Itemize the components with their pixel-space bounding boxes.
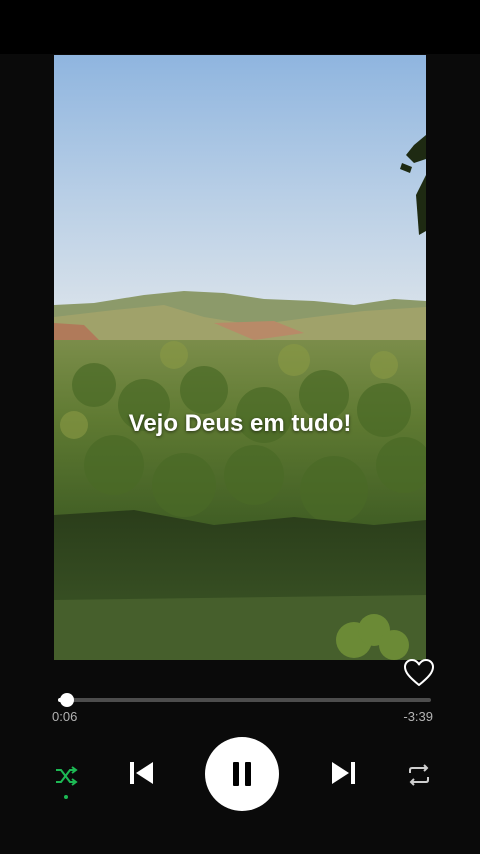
remaining-time: -3:39 bbox=[403, 709, 433, 724]
video-caption: Vejo Deus em tudo! bbox=[128, 410, 352, 437]
playback-controls bbox=[0, 735, 480, 815]
elapsed-time: 0:06 bbox=[52, 709, 78, 724]
heart-icon bbox=[404, 659, 434, 686]
shuffle-active-dot bbox=[64, 795, 68, 799]
next-button[interactable] bbox=[327, 756, 361, 790]
skip-previous-icon bbox=[130, 762, 153, 784]
top-bar bbox=[0, 0, 480, 54]
previous-button[interactable] bbox=[124, 756, 158, 790]
progress-bar[interactable] bbox=[58, 693, 431, 707]
skip-next-icon bbox=[332, 762, 355, 784]
landscape-image bbox=[54, 55, 426, 660]
video-canvas[interactable]: Vejo Deus em tudo! bbox=[54, 55, 426, 660]
repeat-button[interactable] bbox=[403, 759, 435, 791]
play-pause-button[interactable] bbox=[205, 737, 279, 811]
progress-thumb[interactable] bbox=[60, 693, 75, 707]
repeat-icon bbox=[409, 764, 429, 786]
player-screen: Vejo Deus em tudo! 0:06 -3:39 bbox=[0, 0, 480, 854]
shuffle-button[interactable] bbox=[50, 760, 82, 792]
pause-icon bbox=[233, 762, 251, 786]
shuffle-icon bbox=[56, 766, 78, 786]
like-button[interactable] bbox=[403, 658, 435, 688]
